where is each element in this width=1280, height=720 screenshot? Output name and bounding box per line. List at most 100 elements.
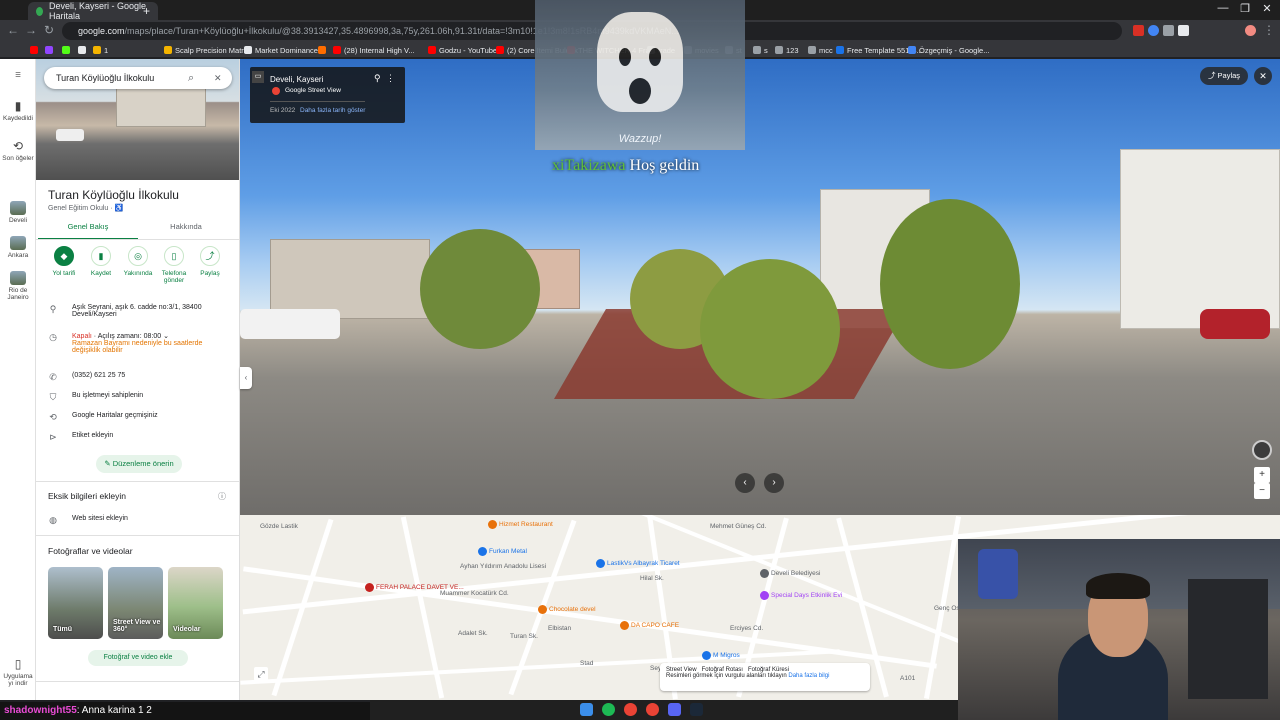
send-to-phone-button[interactable]: ▯ Telefona gönder: [156, 246, 192, 284]
chair-image: [1188, 579, 1268, 699]
map-poi[interactable]: M Migros: [702, 651, 740, 660]
search-box[interactable]: Turan Köylüoğlu İlkokulu ⌕ ✕: [44, 67, 232, 89]
compass-icon[interactable]: [1252, 440, 1272, 460]
bookmark-item[interactable]: Godzu - YouTube: [428, 44, 497, 56]
bookmark-item[interactable]: Market Dominance...: [244, 44, 324, 56]
extension-icon[interactable]: [1163, 25, 1174, 36]
map-poi[interactable]: Furkan Metal: [478, 547, 527, 556]
photo-all[interactable]: Tümü: [48, 567, 103, 639]
sv-prev-arrow-icon[interactable]: ‹: [735, 473, 755, 493]
share-button[interactable]: ⤴ Paylaş: [192, 246, 228, 277]
chrome-icon[interactable]: [624, 703, 637, 716]
spotify-icon[interactable]: [602, 703, 615, 716]
bookmark-item[interactable]: Scalp Precision Matr...: [164, 44, 250, 56]
building-image: [270, 239, 430, 319]
verified-shield-icon: ⛉: [49, 392, 57, 402]
zoom-out-button[interactable]: −: [1254, 483, 1270, 499]
bookmark-item[interactable]: mcc: [808, 44, 833, 56]
sv-next-arrow-icon[interactable]: ›: [764, 473, 784, 493]
bookmark-item[interactable]: [78, 44, 86, 56]
bookmark-item[interactable]: 1: [93, 44, 108, 56]
suggest-edit-button[interactable]: ✎ Düzenleme önerin: [96, 455, 182, 473]
bookmark-favicon-icon: [93, 46, 101, 54]
directions-button[interactable]: ◆ Yol tarifi: [46, 246, 82, 277]
rail-recent-develi[interactable]: Develi: [0, 201, 36, 224]
bookmark-item[interactable]: s: [753, 44, 768, 56]
help-icon[interactable]: ⓘ: [218, 491, 226, 502]
street-view-panorama[interactable]: ▭ Develi, Kayseri ⚲ ⋮ Google Street View…: [240, 59, 1280, 515]
bookmark-label: (28) Internal High V...: [344, 45, 415, 55]
close-icon[interactable]: ✕: [214, 67, 222, 89]
browser-tab[interactable]: Develi, Kayseri - Google Haritala: [28, 1, 158, 21]
bookmark-item[interactable]: [62, 44, 70, 56]
profile-avatar[interactable]: [1245, 25, 1256, 36]
tab-overview[interactable]: Genel Bakış: [38, 222, 138, 240]
bookmark-item[interactable]: [45, 44, 53, 56]
bookmark-item[interactable]: [30, 44, 38, 56]
discord-icon[interactable]: [668, 703, 681, 716]
search-icon[interactable]: ⌕: [188, 67, 194, 89]
minimize-button[interactable]: —: [1212, 2, 1234, 14]
new-tab-button[interactable]: +: [143, 4, 150, 18]
history-row[interactable]: ⟲ Google Haritalar geçmişiniz: [48, 412, 232, 423]
more-dates-link[interactable]: Daha fazla tarih göster: [300, 107, 365, 114]
save-button[interactable]: ▮ Kaydet: [83, 246, 119, 277]
steam-icon[interactable]: [690, 703, 703, 716]
rail-get-app[interactable]: ▯ Uygulama yı indir: [0, 657, 36, 687]
location-pin-icon[interactable]: ⚲: [374, 73, 381, 84]
bookmark-item[interactable]: [318, 44, 326, 56]
more-options-icon[interactable]: ⋮: [386, 73, 395, 84]
bookmark-item[interactable]: Özgeçmiş - Google...: [908, 44, 989, 56]
more-info-link[interactable]: Daha fazla bilgi: [788, 673, 829, 679]
place-category[interactable]: Genel Eğitim Okulu · ♿: [48, 204, 123, 212]
location-pin-icon: ⚲: [49, 304, 57, 314]
windows-start-icon[interactable]: [580, 703, 593, 716]
zoom-in-button[interactable]: +: [1254, 467, 1270, 483]
map-poi[interactable]: LastikVs Albayrak Ticaret: [596, 559, 680, 568]
extension-icon[interactable]: [1133, 25, 1144, 36]
bookmark-item[interactable]: (28) Internal High V...: [333, 44, 415, 56]
nearby-button[interactable]: ◎ Yakınında: [120, 246, 156, 277]
chevron-down-icon[interactable]: ⌄: [163, 333, 169, 340]
chrome-profile-icon[interactable]: [646, 703, 659, 716]
map-poi[interactable]: DA CAPO CAFE: [620, 621, 679, 630]
hours-status: Kapalı: [72, 333, 92, 340]
maximize-button[interactable]: ❐: [1234, 2, 1256, 15]
rail-recent[interactable]: ⟲ Son öğeler: [0, 139, 36, 162]
map-poi[interactable]: Develi Belediyesi: [760, 569, 821, 578]
map-poi[interactable]: Special Days Etkinlik Evi: [760, 591, 842, 600]
photo-streetview[interactable]: Street View ve 360°: [108, 567, 163, 639]
add-photo-button[interactable]: Fotoğraf ve video ekle: [88, 650, 188, 666]
claim-row[interactable]: ⛉ Bu işletmeyi sahiplenin: [48, 392, 232, 403]
sv-share-button[interactable]: ⤴ Paylaş: [1200, 67, 1248, 85]
rail-recent-ankara[interactable]: Ankara: [0, 236, 36, 259]
address-row[interactable]: ⚲ Aşık Seyrani, aşık 6. cadde no:3/1, 38…: [48, 304, 232, 318]
reload-icon[interactable]: ↻: [42, 23, 56, 37]
photo-videos[interactable]: Videolar: [168, 567, 223, 639]
collapse-panel-button[interactable]: ‹: [240, 367, 252, 389]
extension-icon[interactable]: [1148, 25, 1159, 36]
map-poi[interactable]: Hizmet Restaurant: [488, 520, 553, 529]
expand-map-icon[interactable]: ⤢: [254, 667, 268, 681]
label-row[interactable]: ⊳ Etiket ekleyin: [48, 432, 232, 443]
add-website-row[interactable]: ◍ Web sitesi ekleyin: [48, 515, 232, 526]
tab-about[interactable]: Hakkında: [136, 222, 236, 240]
forward-arrow-icon[interactable]: →: [24, 23, 38, 37]
bookmark-icon: ▮: [14, 99, 22, 113]
close-window-button[interactable]: ✕: [1256, 2, 1278, 15]
menu-icon[interactable]: ☰: [0, 71, 36, 79]
back-arrow-icon[interactable]: ←: [6, 23, 20, 37]
extensions-puzzle-icon[interactable]: [1178, 25, 1189, 36]
rail-saved[interactable]: ▮ Kaydedildi: [0, 99, 36, 122]
map-street-label: Hilal Sk.: [640, 575, 664, 582]
search-input[interactable]: Turan Köylüoğlu İlkokulu: [56, 73, 154, 83]
bookmark-item[interactable]: 123: [775, 44, 799, 56]
phone-row[interactable]: ✆ (0352) 621 25 75: [48, 372, 232, 383]
rail-recent-rio[interactable]: Rio de Janeiro: [0, 271, 36, 301]
map-poi[interactable]: Chocolate devel: [538, 605, 596, 614]
sv-close-button[interactable]: ✕: [1254, 67, 1272, 85]
hours-row[interactable]: ◷ Kapalı · Açılış zamanı: 08:00 ⌄ Ramazan…: [48, 332, 232, 354]
photo-label: Videolar: [173, 626, 201, 633]
back-icon[interactable]: ▭: [252, 71, 264, 83]
browser-menu-icon[interactable]: ⋮: [1262, 23, 1276, 37]
